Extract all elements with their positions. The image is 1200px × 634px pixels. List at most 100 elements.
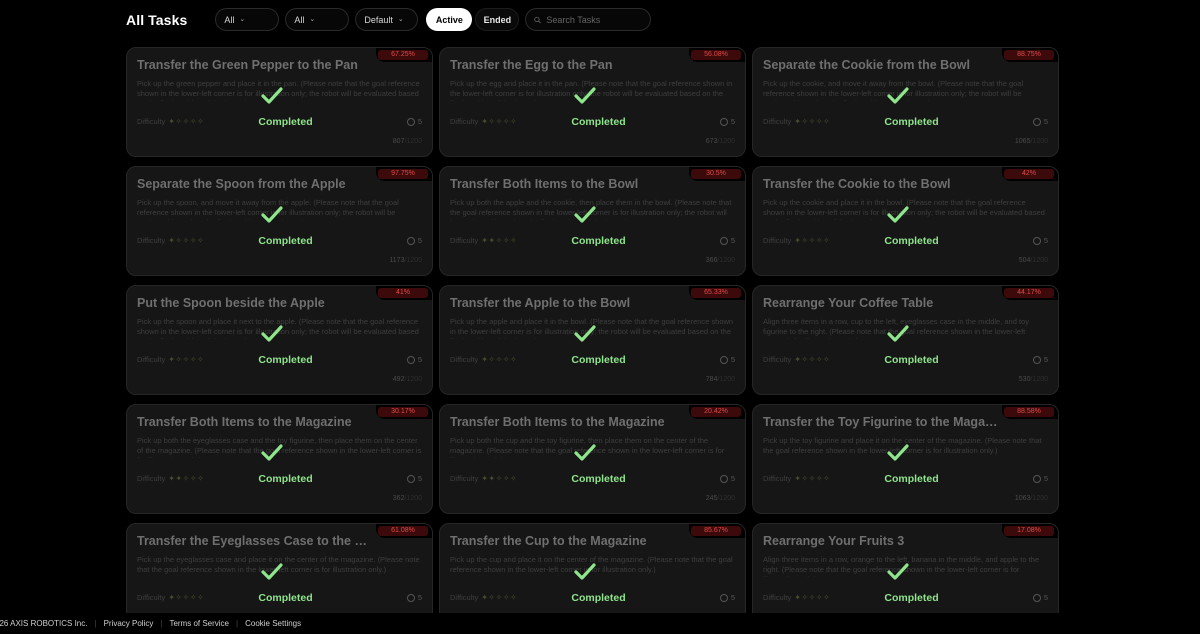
task-card[interactable]: 17.08% Rearrange Your Fruits 3 Align three… — [752, 523, 1059, 613]
success-rate-badge: 85.67% — [691, 526, 741, 536]
task-title: Transfer the Egg to the Pan — [450, 58, 613, 72]
completed-label: Completed — [571, 354, 626, 366]
attempt-total-value: 1200 — [719, 495, 735, 502]
success-rate-badge: 30.5% — [691, 169, 741, 179]
task-card[interactable]: 61.08% Transfer the Eyeglasses Case to th… — [126, 523, 433, 613]
task-card[interactable]: 88.75% Separate the Cookie from the Bowl P… — [752, 47, 1059, 157]
attempt-total-value: 1200 — [1032, 495, 1048, 502]
task-card[interactable]: 56.08% Transfer the Egg to the Pan Pick up… — [439, 47, 746, 157]
task-card[interactable]: 30.17% Transfer Both Items to the Magazin… — [126, 404, 433, 514]
task-title: Transfer the Green Pepper to the Pan — [137, 58, 358, 72]
attempt-total: /1200 — [1030, 257, 1048, 264]
completed-label: Completed — [571, 116, 626, 128]
check-icon — [574, 563, 596, 580]
task-title: Separate the Spoon from the Apple — [137, 177, 346, 191]
attempt-total-value: 1200 — [406, 376, 422, 383]
success-rate-badge: 41% — [378, 288, 428, 298]
terms-of-service-link[interactable]: Terms of Service — [169, 619, 229, 628]
task-card[interactable]: 42% Transfer the Cookie to the Bowl Pick u… — [752, 166, 1059, 276]
attempt-total: /1200 — [404, 138, 422, 145]
attempt-total-value: 1200 — [1032, 138, 1048, 145]
completed-label: Completed — [884, 592, 939, 604]
attempt-count: 673/1200 — [706, 138, 735, 145]
completed-label: Completed — [571, 473, 626, 485]
tab-active[interactable]: Active — [426, 8, 473, 31]
completed-label: Completed — [258, 354, 313, 366]
success-rate-badge: 20.42% — [691, 407, 741, 417]
cookie-settings-link[interactable]: Cookie Settings — [245, 619, 301, 628]
check-icon — [261, 444, 283, 461]
task-card[interactable]: 30.5% Transfer Both Items to the Bowl Pick… — [439, 166, 746, 276]
task-card[interactable]: 41% Put the Spoon beside the Apple Pick up… — [126, 285, 433, 395]
task-card[interactable]: 65.33% Transfer the Apple to the Bowl Pick… — [439, 285, 746, 395]
attempt-count-value: 1065 — [1014, 138, 1031, 145]
attempt-total: /1200 — [717, 376, 735, 383]
task-title: Transfer the Toy Figurine to the Magazin… — [763, 415, 1001, 429]
attempt-count-value: 245 — [705, 495, 718, 502]
success-rate-badge: 97.75% — [378, 169, 428, 179]
success-rate-badge: 56.08% — [691, 50, 741, 60]
completed-label: Completed — [258, 592, 313, 604]
attempt-total-value: 1200 — [406, 257, 422, 264]
task-card[interactable]: 85.67% Transfer the Cup to the Magazine Pi… — [439, 523, 746, 613]
footer: 026 AXIS ROBOTICS Inc. | Privacy Policy … — [0, 617, 301, 629]
tab-ended[interactable]: Ended — [475, 8, 520, 31]
task-card[interactable]: 20.42% Transfer Both Items to the Magazin… — [439, 404, 746, 514]
attempt-total-value: 1200 — [719, 138, 735, 145]
filter-select-2[interactable]: All ⌄ — [285, 8, 350, 31]
completed-label: Completed — [571, 235, 626, 247]
success-rate-badge: 88.58% — [1004, 407, 1054, 417]
attempt-count-value: 504 — [1018, 257, 1031, 264]
check-icon — [574, 87, 596, 104]
attempt-count: 362/1200 — [393, 495, 422, 502]
attempt-total-value: 1200 — [406, 138, 422, 145]
check-icon — [887, 563, 909, 580]
filter-select-2-value: All — [294, 14, 305, 25]
attempt-count-value: 673 — [705, 138, 718, 145]
attempt-count: 366/1200 — [706, 257, 735, 264]
attempt-total: /1200 — [404, 257, 422, 264]
attempt-count: 245/1200 — [706, 495, 735, 502]
toolbar: All Tasks All ⌄ All ⌄ Default ⌄ Active E… — [126, 8, 652, 31]
attempt-count: 1063/1200 — [1015, 495, 1048, 502]
attempt-count: 1065/1200 — [1015, 138, 1048, 145]
task-title: Transfer Both Items to the Bowl — [450, 177, 639, 191]
success-rate-badge: 17.08% — [1004, 526, 1054, 536]
footer-separator: | — [160, 618, 163, 628]
attempt-count: 784/1200 — [706, 376, 735, 383]
search-input[interactable] — [546, 14, 643, 25]
attempt-count: 807/1200 — [393, 138, 422, 145]
attempt-total-value: 1200 — [1032, 257, 1048, 264]
success-rate-badge: 42% — [1004, 169, 1054, 179]
check-icon — [887, 325, 909, 342]
copyright-text: 026 AXIS ROBOTICS Inc. — [0, 618, 88, 628]
sort-select[interactable]: Default ⌄ — [355, 8, 419, 31]
task-card[interactable]: 44.17% Rearrange Your Coffee Table Align t… — [752, 285, 1059, 395]
check-icon — [574, 325, 596, 342]
check-icon — [887, 87, 909, 104]
search-box[interactable] — [525, 8, 652, 31]
attempt-count-value: 366 — [705, 257, 718, 264]
task-card[interactable]: 97.75% Separate the Spoon from the Apple P… — [126, 166, 433, 276]
page-title: All Tasks — [126, 11, 188, 28]
success-rate-badge: 88.75% — [1004, 50, 1054, 60]
attempt-count-value: 362 — [392, 495, 405, 502]
attempt-count-value: 807 — [392, 138, 405, 145]
task-title: Transfer the Eyeglasses Case to the Maga… — [137, 534, 375, 548]
footer-separator: | — [94, 618, 97, 628]
attempt-total: /1200 — [717, 257, 735, 264]
task-card[interactable]: 67.25% Transfer the Green Pepper to the P… — [126, 47, 433, 157]
filter-select-1[interactable]: All ⌄ — [215, 8, 280, 31]
completed-label: Completed — [884, 354, 939, 366]
attempt-total-value: 1200 — [1032, 376, 1048, 383]
attempt-total: /1200 — [404, 495, 422, 502]
success-rate-badge: 65.33% — [691, 288, 741, 298]
completed-label: Completed — [884, 473, 939, 485]
task-card[interactable]: 88.58% Transfer the Toy Figurine to the M… — [752, 404, 1059, 514]
privacy-policy-link[interactable]: Privacy Policy — [104, 619, 154, 628]
task-title: Transfer the Cookie to the Bowl — [763, 177, 951, 191]
footer-separator: | — [236, 618, 239, 628]
chevron-down-icon: ⌄ — [239, 15, 246, 23]
chevron-down-icon: ⌄ — [397, 15, 404, 23]
check-icon — [574, 444, 596, 461]
